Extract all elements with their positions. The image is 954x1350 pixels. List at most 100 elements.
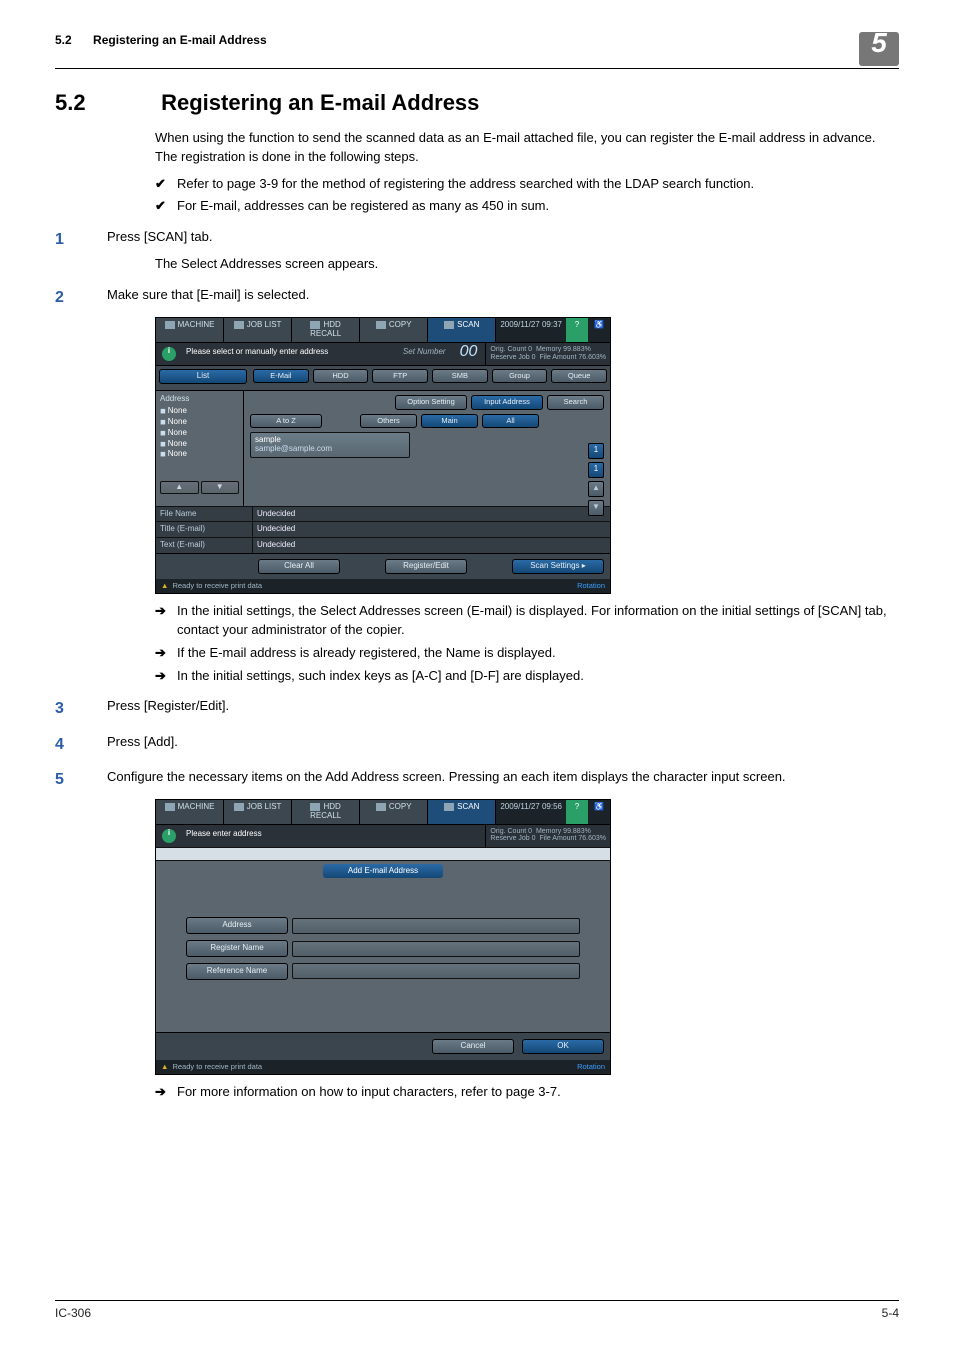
tab-scan[interactable]: SCAN [428,800,496,824]
copy-icon [376,803,386,811]
datetime: 2009/11/27 09:56 [496,800,566,824]
title-text: Registering an E-mail Address [161,90,479,115]
scroll-down-button[interactable]: ▼ [588,500,604,516]
cat-hdd[interactable]: HDD [313,369,369,383]
rotation-indicator: Rotation [577,1063,605,1071]
step-number: 2 [55,286,107,309]
address-field-value[interactable] [292,918,580,934]
cat-group[interactable]: Group [492,369,548,383]
screenshot-add-address: MACHINE JOB LIST HDD RECALL COPY SCAN 20… [155,799,611,1075]
step-number: 1 [55,228,107,251]
info-icon: i [162,829,176,843]
step-number: 4 [55,733,107,756]
tab-joblist[interactable]: JOB LIST [224,800,292,824]
set-number-value: 00 [452,343,486,365]
scan-settings-button[interactable]: Scan Settings ▸ [512,559,604,574]
printer-status: Ready to receive print data [172,1063,262,1071]
step-number: 3 [55,697,107,720]
ok-button[interactable]: OK [522,1039,604,1054]
index-all[interactable]: All [482,414,539,428]
list-icon [234,803,244,811]
accessibility-icon[interactable]: ♿ [588,318,610,342]
address-field-button[interactable]: Address [186,917,288,934]
cat-email[interactable]: E-Mail [253,369,309,383]
address-label: Address [160,395,239,404]
scroll-down-button[interactable]: ▼ [201,481,240,494]
address-card-email: sample@sample.com [255,445,405,454]
printer-status: Ready to receive print data [172,582,262,590]
warning-icon: ▲ [161,1063,168,1071]
cat-smb[interactable]: SMB [432,369,488,383]
chapter-badge: 5 [859,32,899,66]
search-button[interactable]: Search [547,395,604,409]
reference-name-value[interactable] [292,963,580,979]
help-icon[interactable]: ? [566,800,588,824]
machine-icon [165,803,175,811]
tab-hdd-recall[interactable]: HDD RECALL [292,800,360,824]
list-icon [234,321,244,329]
set-number-label: Set Number [397,343,452,365]
scroll-up-button[interactable]: ▲ [160,481,199,494]
machine-icon [165,321,175,329]
check-item: Refer to page 3-9 for the method of regi… [155,175,899,194]
accessibility-icon[interactable]: ♿ [588,800,610,824]
tab-copy[interactable]: COPY [360,318,428,342]
scroll-up-button[interactable]: ▲ [588,481,604,497]
list-button[interactable]: List [159,369,247,384]
addr-slot: None [160,440,239,449]
tab-scan[interactable]: SCAN [428,318,496,342]
footer-right: 5-4 [882,1305,899,1322]
tab-machine[interactable]: MACHINE [156,318,224,342]
step-text: Make sure that [E-mail] is selected. [107,286,899,305]
header-section-title: Registering an E-mail Address [93,33,267,47]
reference-name-button[interactable]: Reference Name [186,963,288,980]
cat-ftp[interactable]: FTP [372,369,428,383]
scan-icon [444,321,454,329]
step-text: Configure the necessary items on the Add… [107,768,899,787]
index-atoz[interactable]: A to Z [250,414,322,428]
title-email-label[interactable]: Title (E-mail) [156,522,253,537]
option-setting-button[interactable]: Option Setting [395,395,467,409]
warning-icon: ▲ [161,582,168,590]
page-first-button[interactable]: 1 [588,443,604,459]
register-name-button[interactable]: Register Name [186,940,288,957]
scan-icon [444,803,454,811]
screenshot-select-addresses: MACHINE JOB LIST HDD RECALL COPY SCAN 20… [155,317,611,593]
input-address-button[interactable]: Input Address [471,395,543,409]
step-subtext: The Select Addresses screen appears. [155,255,899,274]
intro-paragraph: When using the function to send the scan… [155,129,899,167]
cancel-button[interactable]: Cancel [432,1039,514,1054]
hdd-icon [310,803,320,811]
step-number: 5 [55,768,107,791]
copy-icon [376,321,386,329]
step-text: Press [Add]. [107,733,899,752]
register-name-value[interactable] [292,941,580,957]
tab-hdd-recall[interactable]: HDD RECALL [292,318,360,342]
status-block: Orig. Count 0 Memory 99.883% Reserve Job… [485,343,610,365]
address-card[interactable]: sample sample@sample.com [250,432,410,458]
note-item: In the initial settings, such index keys… [155,667,899,686]
status-block: Orig. Count 0 Memory 99.883% Reserve Job… [485,825,610,847]
tab-joblist[interactable]: JOB LIST [224,318,292,342]
datetime: 2009/11/27 09:37 [496,318,566,342]
filename-label[interactable]: File Name [156,507,253,522]
check-item: For E-mail, addresses can be registered … [155,197,899,216]
text-email-label[interactable]: Text (E-mail) [156,538,253,553]
panel-title: Add E-mail Address [323,864,443,879]
step-text: Press [Register/Edit]. [107,697,899,716]
message-text: Please enter address [182,825,485,847]
tab-copy[interactable]: COPY [360,800,428,824]
note-item: If the E-mail address is already registe… [155,644,899,663]
footer-left: IC-306 [55,1305,91,1322]
addr-slot: None [160,450,239,459]
addr-slot: None [160,407,239,416]
info-icon: i [162,347,176,361]
page-last-button[interactable]: 1 [588,462,604,478]
index-main[interactable]: Main [421,414,478,428]
register-edit-button[interactable]: Register/Edit [385,559,467,574]
tab-machine[interactable]: MACHINE [156,800,224,824]
help-icon[interactable]: ? [566,318,588,342]
cat-queue[interactable]: Queue [551,369,607,383]
index-others[interactable]: Others [360,414,417,428]
clear-all-button[interactable]: Clear All [258,559,340,574]
